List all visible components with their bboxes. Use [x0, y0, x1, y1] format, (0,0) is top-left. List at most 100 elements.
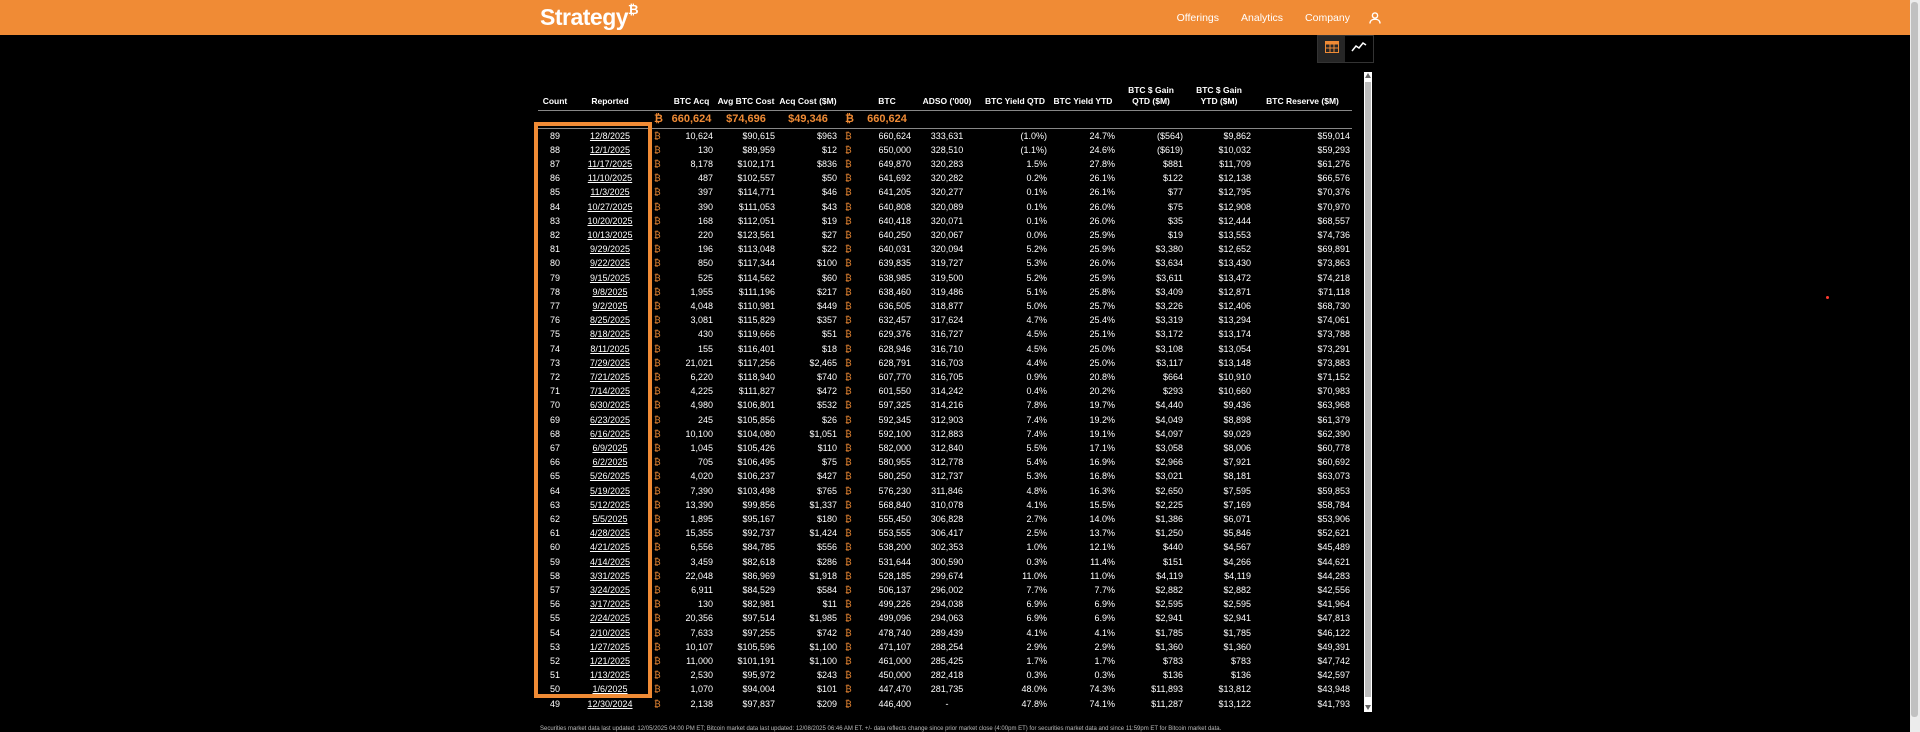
cell-btc-gain-ytd: $13,553: [1218, 229, 1251, 240]
cell-reported[interactable]: 11/10/2025: [572, 171, 648, 185]
cell-btc-gain-qtd: $136: [1162, 670, 1183, 681]
cell-acq-cost: $532: [816, 400, 837, 411]
cell-acq-cost: $556: [816, 542, 837, 553]
cell-reported[interactable]: 8/11/2025: [572, 342, 648, 356]
col-header-btc-yield-qtd[interactable]: BTC Yield QTD: [981, 72, 1049, 111]
cell-reported[interactable]: 1/21/2025: [572, 654, 648, 668]
cell-reported[interactable]: 12/1/2025: [572, 143, 648, 157]
table-scrollbar[interactable]: [1364, 72, 1372, 712]
chart-view-button[interactable]: [1345, 36, 1372, 62]
cell-btc-acq: 11,000: [686, 656, 713, 667]
cell-reported[interactable]: 3/17/2025: [572, 597, 648, 611]
table-view-button[interactable]: [1318, 36, 1345, 62]
cell-btc-yield-ytd: 20.2%: [1089, 386, 1115, 397]
strategy-logo[interactable]: Strategy₿: [540, 2, 639, 31]
cell-reported[interactable]: 2/24/2025: [572, 611, 648, 625]
table-row: 65 5/26/2025 ₿ 4,020 $106,237 $427 ₿ 580,250 312…: [538, 469, 1352, 483]
cell-reported[interactable]: 6/30/2025: [572, 398, 648, 412]
cell-reported[interactable]: 9/15/2025: [572, 271, 648, 285]
cell-reported[interactable]: 9/8/2025: [572, 285, 648, 299]
cell-reported[interactable]: 3/24/2025: [572, 583, 648, 597]
btc-symbol: ₿: [845, 656, 852, 667]
table-row: 85 11/3/2025 ₿ 397 $114,771 $46 ₿ 641,205 320,27…: [538, 185, 1352, 199]
cell-count: 69: [549, 414, 560, 425]
cell-btc: 506,137: [878, 585, 911, 595]
cell-reported[interactable]: 10/27/2025: [572, 200, 648, 214]
cell-reported[interactable]: 6/16/2025: [572, 427, 648, 441]
cell-reported[interactable]: 4/21/2025: [572, 540, 648, 554]
btc-symbol: ₿: [845, 144, 852, 155]
btc-symbol: ₿: [654, 684, 661, 695]
cell-reported[interactable]: 6/9/2025: [572, 441, 648, 455]
col-header-acq-cost[interactable]: Acq Cost ($M): [777, 72, 839, 111]
col-header-count[interactable]: Count: [538, 72, 572, 111]
cell-reported[interactable]: 9/2/2025: [572, 299, 648, 313]
scroll-down-arrow-icon[interactable]: [1365, 705, 1371, 710]
cell-btc-acq: 10,100: [685, 428, 713, 439]
cell-reported[interactable]: 2/10/2025: [572, 626, 648, 640]
cell-reported[interactable]: 1/27/2025: [572, 640, 648, 654]
cell-reported[interactable]: 8/25/2025: [572, 313, 648, 327]
cell-reported[interactable]: 10/13/2025: [572, 228, 648, 242]
cell-avg-btc-cost: $103,498: [737, 485, 775, 496]
cell-reported[interactable]: 1/13/2025: [572, 668, 648, 682]
cell-reported[interactable]: 7/21/2025: [572, 370, 648, 384]
cell-count: 70: [549, 400, 560, 411]
cell-reported[interactable]: 1/6/2025: [572, 682, 648, 696]
col-header-avg-btc-cost[interactable]: Avg BTC Cost: [715, 72, 777, 111]
nav-company[interactable]: Company: [1305, 12, 1350, 24]
table-row: 74 8/11/2025 ₿ 155 $116,401 $18 ₿ 628,946 316,71…: [538, 342, 1352, 356]
cell-reported[interactable]: 4/28/2025: [572, 526, 648, 540]
nav-offerings[interactable]: Offerings: [1177, 12, 1219, 24]
cell-btc-gain-qtd: $11,893: [1151, 684, 1183, 695]
cell-reported[interactable]: 5/5/2025: [572, 512, 648, 526]
cell-btc-acq: 245: [697, 414, 713, 425]
btc-symbol: ₿: [654, 542, 661, 553]
table-scrollbar-thumb[interactable]: [1365, 82, 1371, 697]
cell-reported[interactable]: 5/12/2025: [572, 498, 648, 512]
col-header-adso[interactable]: ADSO ('000): [913, 72, 981, 111]
col-header-btc-gain-qtd[interactable]: BTC $ Gain QTD ($M): [1117, 72, 1185, 111]
cell-acq-cost: $217: [816, 286, 837, 297]
btc-holdings-table-container[interactable]: Count Reported BTC Acq Avg BTC Cost Acq …: [538, 72, 1364, 712]
cell-reported[interactable]: 6/2/2025: [572, 455, 648, 469]
person-icon[interactable]: [1368, 11, 1382, 25]
cell-btc-acq: 1,070: [690, 684, 713, 695]
col-header-btc[interactable]: BTC: [861, 72, 913, 111]
nav-analytics[interactable]: Analytics: [1241, 12, 1283, 24]
cell-reported[interactable]: 5/26/2025: [572, 469, 648, 483]
cell-btc-yield-ytd: 17.1%: [1089, 442, 1115, 453]
cell-reported[interactable]: 12/8/2025: [572, 128, 648, 143]
col-header-btc-acq[interactable]: BTC Acq: [668, 72, 715, 111]
cell-btc-yield-ytd: 16.9%: [1089, 457, 1115, 468]
chart-line-icon: [1350, 40, 1367, 58]
cell-reported[interactable]: 11/17/2025: [572, 157, 648, 171]
page-scrollbar-thumb[interactable]: [1911, 2, 1918, 717]
cell-reported[interactable]: 8/18/2025: [572, 327, 648, 341]
cell-btc-gain-ytd: $7,169: [1223, 499, 1251, 510]
scroll-up-arrow-icon[interactable]: [1365, 73, 1371, 78]
cell-btc: 580,250: [878, 471, 911, 482]
cell-reported[interactable]: 11/3/2025: [572, 185, 648, 199]
cell-btc-yield-qtd: 4.5%: [1026, 343, 1047, 354]
cell-btc-yield-ytd: 15.5%: [1089, 499, 1115, 510]
cell-reported[interactable]: 6/23/2025: [572, 413, 648, 427]
cell-reported[interactable]: 7/29/2025: [572, 356, 648, 370]
cell-adso: 328,510: [930, 144, 964, 155]
cell-acq-cost: $1,100: [809, 641, 837, 652]
cell-reported[interactable]: 9/29/2025: [572, 242, 648, 256]
col-header-reported[interactable]: Reported: [572, 72, 648, 111]
cell-reported[interactable]: 7/14/2025: [572, 384, 648, 398]
cell-reported[interactable]: 10/20/2025: [572, 214, 648, 228]
col-header-btc-reserve[interactable]: BTC Reserve ($M): [1253, 72, 1352, 111]
cell-reported[interactable]: 9/22/2025: [572, 256, 648, 270]
cell-adso: 294,038: [930, 599, 964, 610]
btc-symbol: ₿: [845, 627, 852, 638]
cell-reported[interactable]: 5/19/2025: [572, 484, 648, 498]
cell-reported[interactable]: 12/30/2024: [572, 697, 648, 711]
col-header-btc-gain-ytd[interactable]: BTC $ Gain YTD ($M): [1185, 72, 1253, 111]
page-scrollbar[interactable]: [1910, 0, 1920, 732]
cell-reported[interactable]: 3/31/2025: [572, 569, 648, 583]
col-header-btc-yield-ytd[interactable]: BTC Yield YTD: [1049, 72, 1117, 111]
cell-reported[interactable]: 4/14/2025: [572, 555, 648, 569]
